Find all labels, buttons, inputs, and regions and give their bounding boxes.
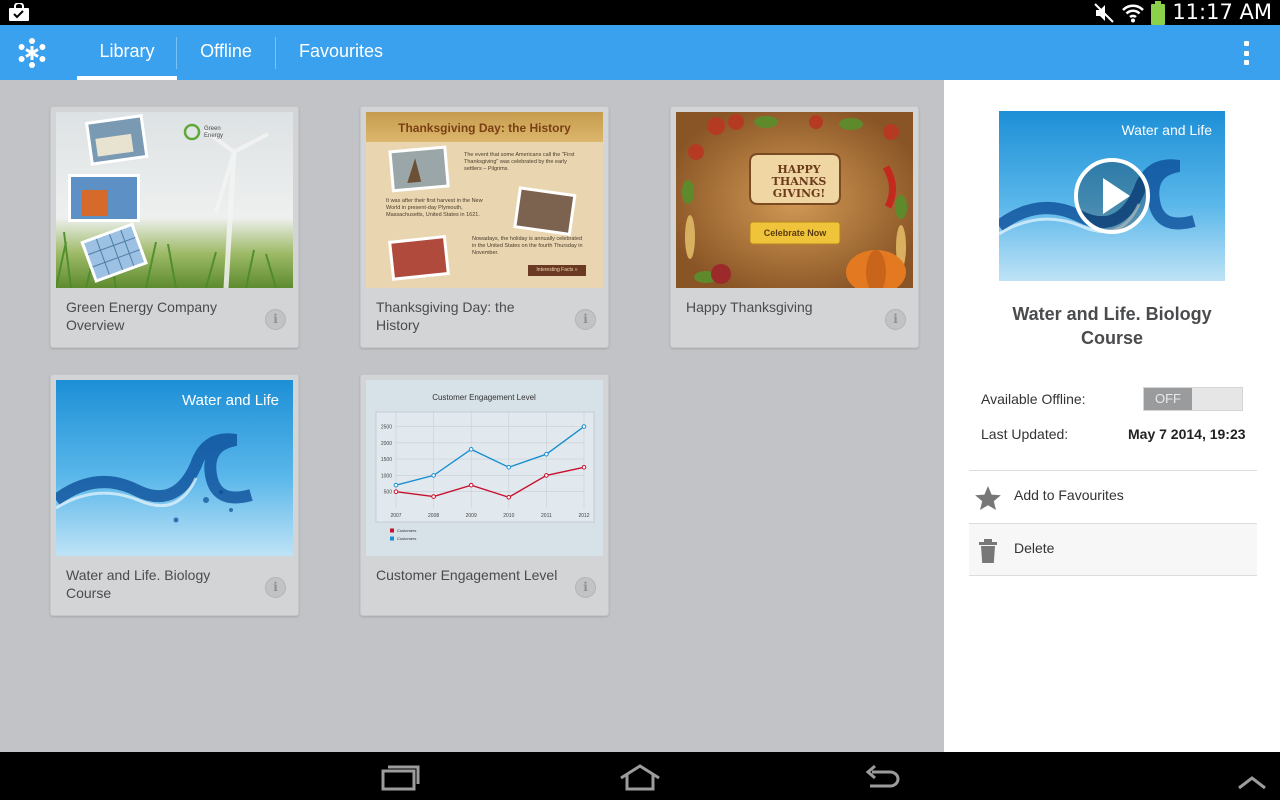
clock: 11:17 AM	[1172, 0, 1272, 24]
library-item-water-and-life[interactable]: Water and Life Water and Life. Biology C…	[50, 374, 299, 616]
library-item-title: Green Energy Company Overview	[66, 299, 217, 333]
x-tick-label: 2010	[503, 513, 514, 519]
happy-thanksgiving-artwork	[682, 114, 907, 288]
library-item-title: Happy Thanksgiving	[686, 299, 813, 315]
data-point	[544, 473, 549, 478]
data-point	[581, 424, 587, 429]
y-tick-label: 1500	[381, 457, 392, 463]
status-bar: 11:17 AM	[0, 0, 1280, 25]
x-tick-label: 2008	[428, 513, 439, 519]
x-tick-label: 2011	[541, 513, 552, 519]
water-and-life-thumbnail: Water and Life	[56, 380, 293, 556]
preview-heading: Water and Life	[1121, 122, 1212, 138]
detail-panel: Water and Life Water and Life. Biology C…	[944, 80, 1280, 752]
x-tick-label: 2012	[578, 513, 589, 519]
available-offline-label: Available Offline:	[981, 391, 1086, 407]
data-point	[544, 451, 549, 457]
customer-engagement-thumbnail: Customer Engagement Level 500 1000 1500 200…	[366, 380, 603, 556]
video-preview[interactable]: Water and Life	[999, 111, 1225, 281]
green-energy-artwork: Green Energy	[56, 114, 277, 288]
add-to-favourites-button[interactable]: Add to Favourites	[969, 471, 1257, 523]
svg-text:Green: Green	[204, 126, 221, 132]
detail-title: Water and Life. Biology Course	[1012, 304, 1212, 348]
tab-library[interactable]: Library	[77, 25, 177, 80]
thumbnail-heading: Water and Life	[182, 392, 279, 409]
data-point	[506, 494, 512, 500]
action-label: Delete	[1014, 540, 1055, 556]
library-item-title: Water and Life. Biology Course	[66, 567, 211, 601]
thumbnail-paragraph: It was after their first harvest in the …	[386, 198, 483, 218]
y-tick-label: 500	[384, 490, 393, 496]
y-tick-label: 2500	[381, 425, 392, 431]
legend-swatch	[390, 536, 394, 541]
x-tick-label: 2007	[390, 513, 401, 519]
library-item-title: Customer Engagement Level	[376, 567, 558, 583]
pinwheel-logo-icon[interactable]	[16, 37, 48, 69]
green-energy-thumbnail: Green Energy	[56, 112, 293, 288]
engagement-line-chart: Customer Engagement Level 500 1000 1500 200…	[375, 393, 595, 541]
last-updated-label: Last Updated:	[981, 426, 1069, 442]
library-item-customer-engagement[interactable]: Customer Engagement Level 500 1000 1500 200…	[360, 374, 609, 616]
legend-label: Customers	[397, 528, 416, 533]
thumbnail-paragraph: Nowadays, the holiday is annually celebr…	[472, 236, 583, 256]
thumbnail-paragraph: The event that some Americans call the "…	[464, 152, 575, 172]
info-icon[interactable]: i	[575, 577, 596, 598]
legend-label: Customers	[397, 536, 416, 541]
expand-up-icon[interactable]	[1236, 768, 1268, 798]
last-updated-value: May 7 2014, 19:23	[1128, 426, 1246, 442]
data-point	[431, 494, 436, 499]
home-icon[interactable]	[618, 762, 662, 792]
mute-icon	[1094, 2, 1115, 23]
x-tick-label: 2009	[466, 513, 477, 519]
chart-title: Customer Engagement Level	[432, 393, 536, 402]
data-point	[581, 464, 587, 470]
battery-icon	[1151, 0, 1166, 25]
data-point	[468, 482, 474, 488]
shopping-bag-icon	[9, 3, 29, 21]
library-item-happy-thanksgiving[interactable]: HAPPY THANKS GIVING! Celebrate Now Happy…	[670, 106, 919, 348]
y-tick-label: 1000	[381, 473, 392, 479]
library-item-thanksgiving-history[interactable]: Thanksgiving Day: the History The event …	[360, 106, 609, 348]
data-point	[468, 447, 474, 452]
thumbnail-button: Interesting Facts »	[536, 267, 578, 273]
trash-icon	[979, 539, 997, 563]
library-item-green-energy[interactable]: Green Energy Green Energy Company Overvi…	[50, 106, 299, 348]
star-icon	[975, 486, 1001, 510]
tab-favourites[interactable]: Favourites	[276, 25, 406, 80]
data-point	[393, 489, 399, 495]
wifi-icon	[1122, 4, 1145, 22]
library-grid: Green Energy Green Energy Company Overvi…	[0, 80, 944, 752]
overflow-menu-icon[interactable]	[1234, 41, 1258, 65]
library-item-title: Thanksgiving Day: the History	[376, 299, 515, 333]
toggle-state: OFF	[1144, 388, 1192, 410]
y-tick-label: 2000	[381, 441, 392, 447]
info-icon[interactable]: i	[885, 309, 906, 330]
data-point	[393, 482, 399, 488]
legend-swatch	[390, 528, 394, 533]
system-nav-bar	[0, 752, 1280, 800]
delete-button[interactable]: Delete	[969, 524, 1257, 576]
info-icon[interactable]: i	[265, 309, 286, 330]
recent-apps-icon[interactable]	[380, 762, 420, 792]
data-point	[431, 473, 436, 478]
thumbnail-greeting: HAPPY THANKS GIVING!	[771, 163, 827, 200]
info-icon[interactable]: i	[265, 577, 286, 598]
available-offline-toggle[interactable]: OFF	[1143, 387, 1243, 411]
back-icon[interactable]	[862, 762, 902, 792]
divider	[969, 575, 1257, 576]
action-label: Add to Favourites	[1014, 487, 1124, 503]
thumbnail-button: Celebrate Now	[763, 228, 827, 238]
happy-thanksgiving-thumbnail: HAPPY THANKS GIVING! Celebrate Now	[676, 112, 913, 288]
svg-text:Energy: Energy	[204, 133, 223, 139]
app-bar: Library Offline Favourites	[0, 25, 1280, 80]
data-point	[506, 464, 512, 470]
info-icon[interactable]: i	[575, 309, 596, 330]
play-icon[interactable]	[1072, 156, 1152, 236]
thanksgiving-history-thumbnail: Thanksgiving Day: the History The event …	[366, 112, 603, 288]
tab-offline[interactable]: Offline	[177, 25, 275, 80]
